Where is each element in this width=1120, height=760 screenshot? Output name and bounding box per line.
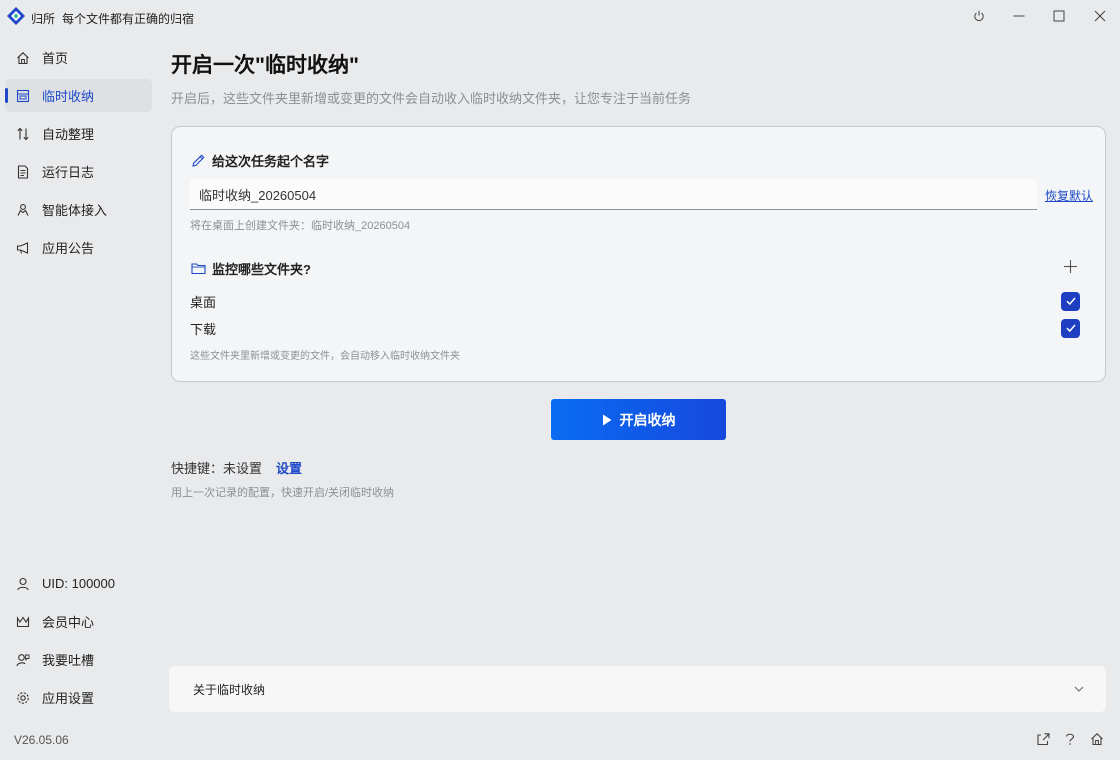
sidebar-item-label: 首页 — [42, 51, 69, 66]
folder-label: 桌面 — [190, 294, 217, 310]
home-icon — [15, 50, 31, 66]
folder-row-downloads: 下载 — [190, 318, 1080, 338]
footer: V26.05.06 — [0, 718, 1120, 760]
home-icon[interactable] — [1088, 730, 1106, 748]
sidebar-item-label: 临时收纳 — [42, 89, 95, 104]
about-label: 关于临时收纳 — [193, 682, 266, 697]
task-name-input[interactable] — [190, 179, 1037, 210]
sidebar-item-label: 应用设置 — [42, 691, 95, 706]
sidebar-item-agent-access[interactable]: 智能体接入 — [5, 193, 152, 226]
sidebar-item-uid[interactable]: UID: 100000 — [5, 567, 152, 600]
sidebar-item-label: 应用公告 — [42, 241, 95, 256]
start-storage-button[interactable]: 开启收纳 — [551, 399, 726, 440]
sidebar-item-feedback[interactable]: 我要吐槽 — [5, 643, 152, 676]
shortcut-row: 快捷键：未设置 设置 — [171, 458, 302, 477]
minimize-icon — [1013, 10, 1025, 25]
name-section-title: 给这次任务起个名字 — [190, 151, 329, 170]
title-bar: 归所 每个文件都有正确的归宿 — [0, 0, 1120, 34]
sidebar-item-announcements[interactable]: 应用公告 — [5, 231, 152, 264]
page-title: 开启一次"临时收纳" — [171, 54, 359, 77]
minimize-button[interactable] — [999, 0, 1039, 34]
crown-icon — [15, 614, 31, 630]
app-name: 归所 — [31, 12, 56, 26]
power-button[interactable] — [959, 0, 999, 34]
folder-path-hint: 将在桌面上创建文件夹：临时收纳_20260504 — [190, 220, 411, 232]
log-document-icon — [15, 164, 31, 180]
close-icon — [1094, 10, 1106, 25]
gear-icon — [15, 690, 31, 706]
shortcut-hint: 用上一次记录的配置，快速开启/关闭临时收纳 — [171, 487, 395, 499]
user-icon — [15, 576, 31, 592]
add-folder-button[interactable] — [1060, 258, 1080, 278]
app-slogan: 每个文件都有正确的归宿 — [62, 12, 195, 26]
pencil-icon — [190, 153, 206, 169]
close-button[interactable] — [1080, 0, 1120, 34]
agent-icon — [15, 202, 31, 218]
folder-section-title: 监控哪些文件夹? — [190, 259, 311, 278]
share-icon[interactable] — [1034, 730, 1052, 748]
start-button-label: 开启收纳 — [619, 411, 676, 428]
sidebar-item-label: 会员中心 — [42, 615, 95, 630]
help-icon[interactable] — [1061, 730, 1079, 748]
app-logo-icon — [7, 7, 25, 25]
sidebar-item-label: UID: 100000 — [42, 576, 115, 591]
folder-label: 下载 — [190, 321, 217, 337]
sidebar-item-label: 运行日志 — [42, 165, 95, 180]
restore-default-link[interactable]: 恢复默认 — [1045, 187, 1093, 204]
play-icon — [602, 414, 612, 426]
chevron-down-icon — [1074, 682, 1084, 696]
version-label: V26.05.06 — [14, 733, 69, 747]
shortcut-label: 快捷键：未设置 — [171, 461, 263, 476]
folder-checkbox[interactable] — [1061, 318, 1080, 338]
page-subtitle: 开启后，这些文件夹里新增或变更的文件会自动收入临时收纳文件夹，让您专注于当前任务 — [171, 91, 692, 106]
sidebar-item-label: 我要吐槽 — [42, 653, 95, 668]
shortcut-set-link[interactable]: 设置 — [276, 458, 302, 477]
main-content: 开启一次"临时收纳" 开启后，这些文件夹里新增或变更的文件会自动收入临时收纳文件… — [158, 34, 1120, 718]
feedback-icon — [15, 652, 31, 668]
folder-icon — [190, 261, 206, 277]
sidebar-item-settings[interactable]: 应用设置 — [5, 681, 152, 714]
megaphone-icon — [15, 240, 31, 256]
inbox-icon — [15, 88, 31, 104]
plus-icon — [1063, 259, 1078, 277]
sidebar-item-label: 智能体接入 — [42, 203, 108, 218]
sidebar: 首页 临时收纳 自动整理 运行日志 智能体接入 应用公告 UID: 100000… — [0, 34, 158, 718]
monitor-hint: 这些文件夹里新增或变更的文件，会自动移入临时收纳文件夹 — [190, 351, 460, 362]
folder-row-desktop: 桌面 — [190, 291, 1080, 311]
sidebar-item-label: 自动整理 — [42, 127, 95, 142]
sidebar-item-auto-organize[interactable]: 自动整理 — [5, 117, 152, 150]
sidebar-item-membership[interactable]: 会员中心 — [5, 605, 152, 638]
sidebar-item-home[interactable]: 首页 — [5, 41, 152, 74]
sidebar-item-run-log[interactable]: 运行日志 — [5, 155, 152, 188]
about-temp-storage-expander[interactable]: 关于临时收纳 — [169, 666, 1106, 712]
folder-section-label: 监控哪些文件夹? — [212, 262, 311, 277]
sidebar-item-temp-storage[interactable]: 临时收纳 — [5, 79, 152, 112]
maximize-button[interactable] — [1039, 0, 1079, 34]
power-icon — [973, 10, 985, 25]
settings-card: 给这次任务起个名字 恢复默认 将在桌面上创建文件夹：临时收纳_20260504 … — [171, 126, 1106, 382]
sort-arrows-icon — [15, 126, 31, 142]
folder-checkbox[interactable] — [1061, 291, 1080, 311]
name-section-label: 给这次任务起个名字 — [212, 154, 330, 169]
maximize-icon — [1053, 10, 1065, 25]
